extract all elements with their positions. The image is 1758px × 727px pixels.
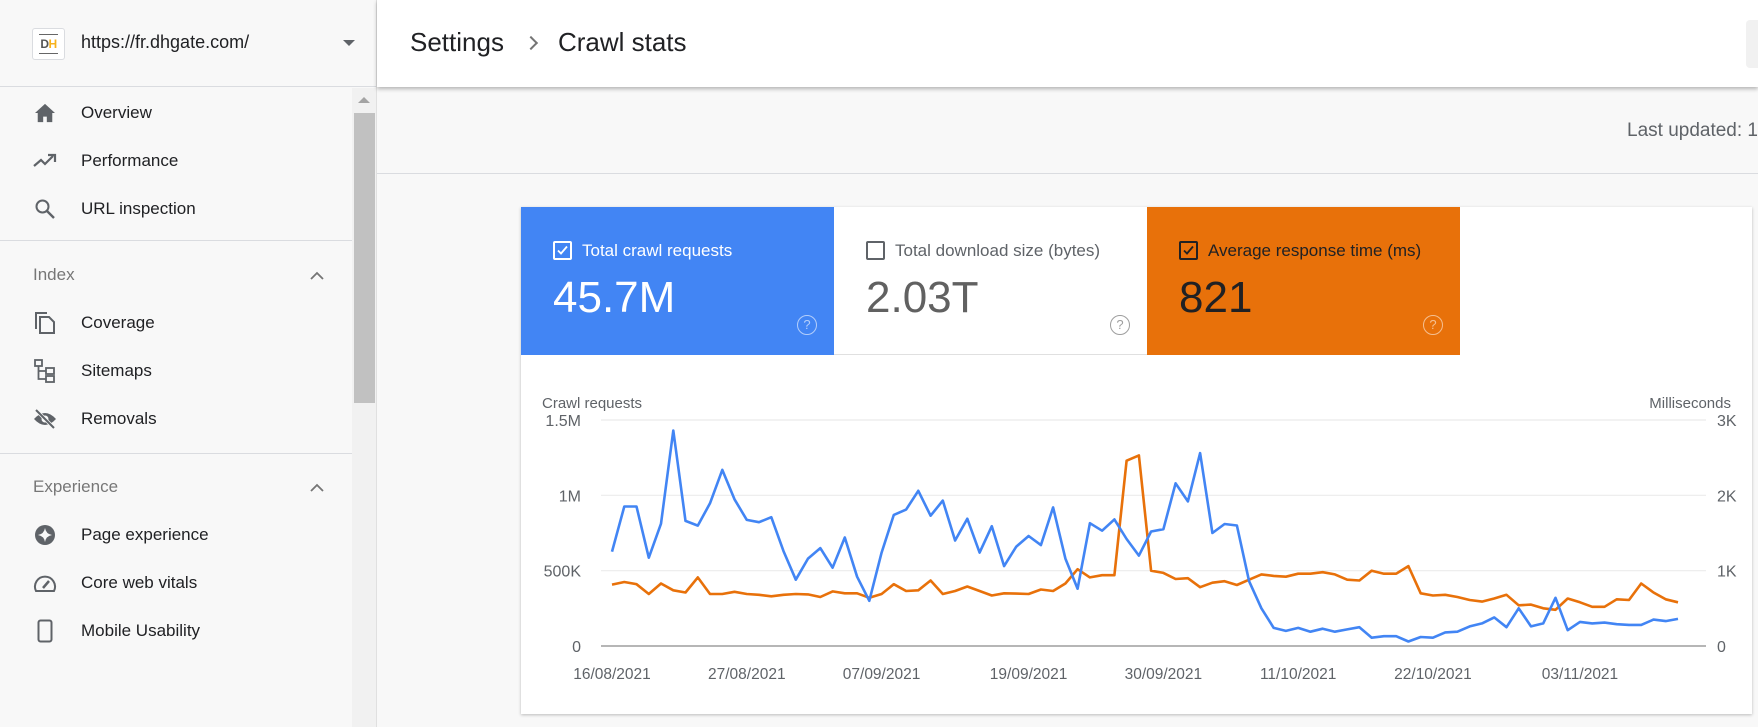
chevron-up-icon [310, 480, 324, 494]
page-header: Settings Crawl stats [377, 0, 1758, 87]
metric-total-crawl-requests[interactable]: Total crawl requests 45.7M ? [521, 207, 834, 355]
visibility-off-icon [33, 407, 57, 431]
home-icon [33, 101, 57, 125]
sidebar-item-page-experience[interactable]: Page experience [0, 510, 352, 560]
help-icon[interactable]: ? [797, 315, 817, 335]
help-icon[interactable]: ? [1423, 315, 1443, 335]
sidebar-item-label: Page experience [81, 525, 209, 544]
property-url: https://fr.dhgate.com/ [81, 32, 250, 52]
breadcrumb-settings[interactable]: Settings [410, 27, 504, 58]
x-axis-tick-label: 11/10/2021 [1260, 666, 1336, 683]
sidebar-divider [0, 453, 352, 454]
sidebar-item-label: URL inspection [81, 199, 196, 218]
series-line-response-time [611, 454, 1679, 612]
page-title: Crawl stats [557, 27, 687, 57]
scrollbar-thumb[interactable] [354, 113, 375, 403]
left-axis-tick-label: 0 [572, 639, 581, 656]
metric-value: 821 [1179, 273, 1253, 322]
search-console-app: DH https://fr.dhgate.com/ Overview Perfo… [0, 0, 1758, 727]
search-icon [33, 197, 57, 221]
metric-average-response-time[interactable]: Average response time (ms) 821 ? [1147, 207, 1460, 355]
sidebar-item-label: Overview [81, 103, 152, 122]
right-axis-tick-label: 2K [1717, 488, 1737, 505]
property-selector[interactable]: DH https://fr.dhgate.com/ [0, 0, 376, 87]
sidebar-divider [0, 240, 352, 241]
property-logo: DH [32, 28, 65, 60]
sidebar-item-label: Core web vitals [81, 573, 198, 592]
metric-value: 2.03T [866, 273, 979, 322]
right-axis-tick-label: 3K [1717, 413, 1737, 430]
sitemap-icon [33, 359, 57, 383]
left-axis-tick-label: 500K [544, 564, 582, 581]
sidebar-item-mobile-usability[interactable]: Mobile Usability [0, 606, 352, 656]
breadcrumb: Settings Crawl stats [410, 27, 687, 58]
right-axis-tick-label: 1K [1717, 564, 1737, 581]
chart-svg: Crawl requests Milliseconds 0500K1M1.5M … [542, 395, 1737, 683]
checkbox-checked[interactable] [1179, 241, 1198, 260]
series-line-crawl-requests [610, 429, 1679, 643]
help-icon[interactable]: ? [1110, 315, 1130, 335]
sidebar-item-url-inspection[interactable]: URL inspection [0, 184, 352, 234]
x-axis-tick-label: 27/08/2021 [708, 666, 786, 683]
last-updated-text: Last updated: 1 [1627, 120, 1758, 141]
section-header-index[interactable]: Index [0, 250, 352, 300]
scroll-up-arrow-icon[interactable] [358, 97, 370, 103]
trending-up-icon [33, 149, 57, 173]
checkbox-unchecked[interactable] [866, 241, 885, 260]
right-axis-title: Milliseconds [1649, 395, 1731, 412]
sidebar-item-removals[interactable]: Removals [0, 394, 352, 444]
sidebar-item-label: Mobile Usability [81, 621, 201, 640]
sidebar-item-performance[interactable]: Performance [0, 136, 352, 186]
x-axis-tick-label: 30/09/2021 [1125, 666, 1203, 683]
metric-value: 45.7M [553, 273, 676, 322]
file-copy-icon [33, 311, 57, 335]
metric-label: Total crawl requests [582, 241, 733, 260]
sidebar: DH https://fr.dhgate.com/ Overview Perfo… [0, 0, 377, 727]
section-title: Index [33, 265, 75, 284]
left-axis-tick-label: 1M [559, 488, 581, 505]
left-axis-tick-label: 1.5M [545, 413, 581, 430]
x-axis-tick-label: 19/09/2021 [990, 666, 1068, 683]
crawl-stats-card: Total crawl requests 45.7M ? Total downl… [521, 207, 1752, 714]
header-action-button[interactable] [1746, 20, 1758, 68]
x-axis-tick-label: 16/08/2021 [573, 666, 651, 683]
logo-letter-h: H [48, 37, 58, 51]
sidebar-item-label: Performance [81, 151, 179, 170]
arrow-drop-down-icon[interactable] [343, 40, 355, 46]
logo-letter-d: D [40, 37, 49, 51]
x-axis-tick-label: 22/10/2021 [1394, 666, 1472, 683]
right-axis-tick-label: 0 [1717, 639, 1726, 656]
chevron-up-icon [310, 268, 324, 282]
sidebar-item-core-web-vitals[interactable]: Core web vitals [0, 558, 352, 608]
checkbox-checked[interactable] [553, 241, 572, 260]
metric-label: Average response time (ms) [1208, 241, 1422, 260]
sidebar-item-label: Coverage [81, 313, 155, 332]
sidebar-nav: Overview Performance URL inspection Inde… [0, 88, 352, 727]
page-experience-icon [33, 523, 57, 547]
sidebar-item-label: Sitemaps [81, 361, 152, 380]
metric-total-download-size[interactable]: Total download size (bytes) 2.03T ? [834, 207, 1147, 355]
last-updated-bar: Last updated: 1 [377, 87, 1758, 174]
speedometer-icon [33, 571, 57, 595]
crawl-chart: Crawl requests Milliseconds 0 500K 1M 1.5M … [521, 355, 1752, 714]
sidebar-item-sitemaps[interactable]: Sitemaps [0, 346, 352, 396]
sidebar-scrollbar[interactable] [352, 88, 376, 727]
section-header-experience[interactable]: Experience [0, 462, 352, 512]
x-axis-tick-label: 07/09/2021 [843, 666, 921, 683]
sidebar-item-overview[interactable]: Overview [0, 88, 352, 138]
section-title: Experience [33, 477, 119, 496]
smartphone-icon [33, 619, 57, 643]
sidebar-item-label: Removals [81, 409, 157, 428]
sidebar-item-coverage[interactable]: Coverage [0, 298, 352, 348]
x-axis-tick-label: 03/11/2021 [1542, 666, 1618, 683]
metric-label: Total download size (bytes) [895, 241, 1101, 260]
left-axis-title: Crawl requests [542, 395, 642, 412]
chevron-right-icon [523, 35, 539, 50]
